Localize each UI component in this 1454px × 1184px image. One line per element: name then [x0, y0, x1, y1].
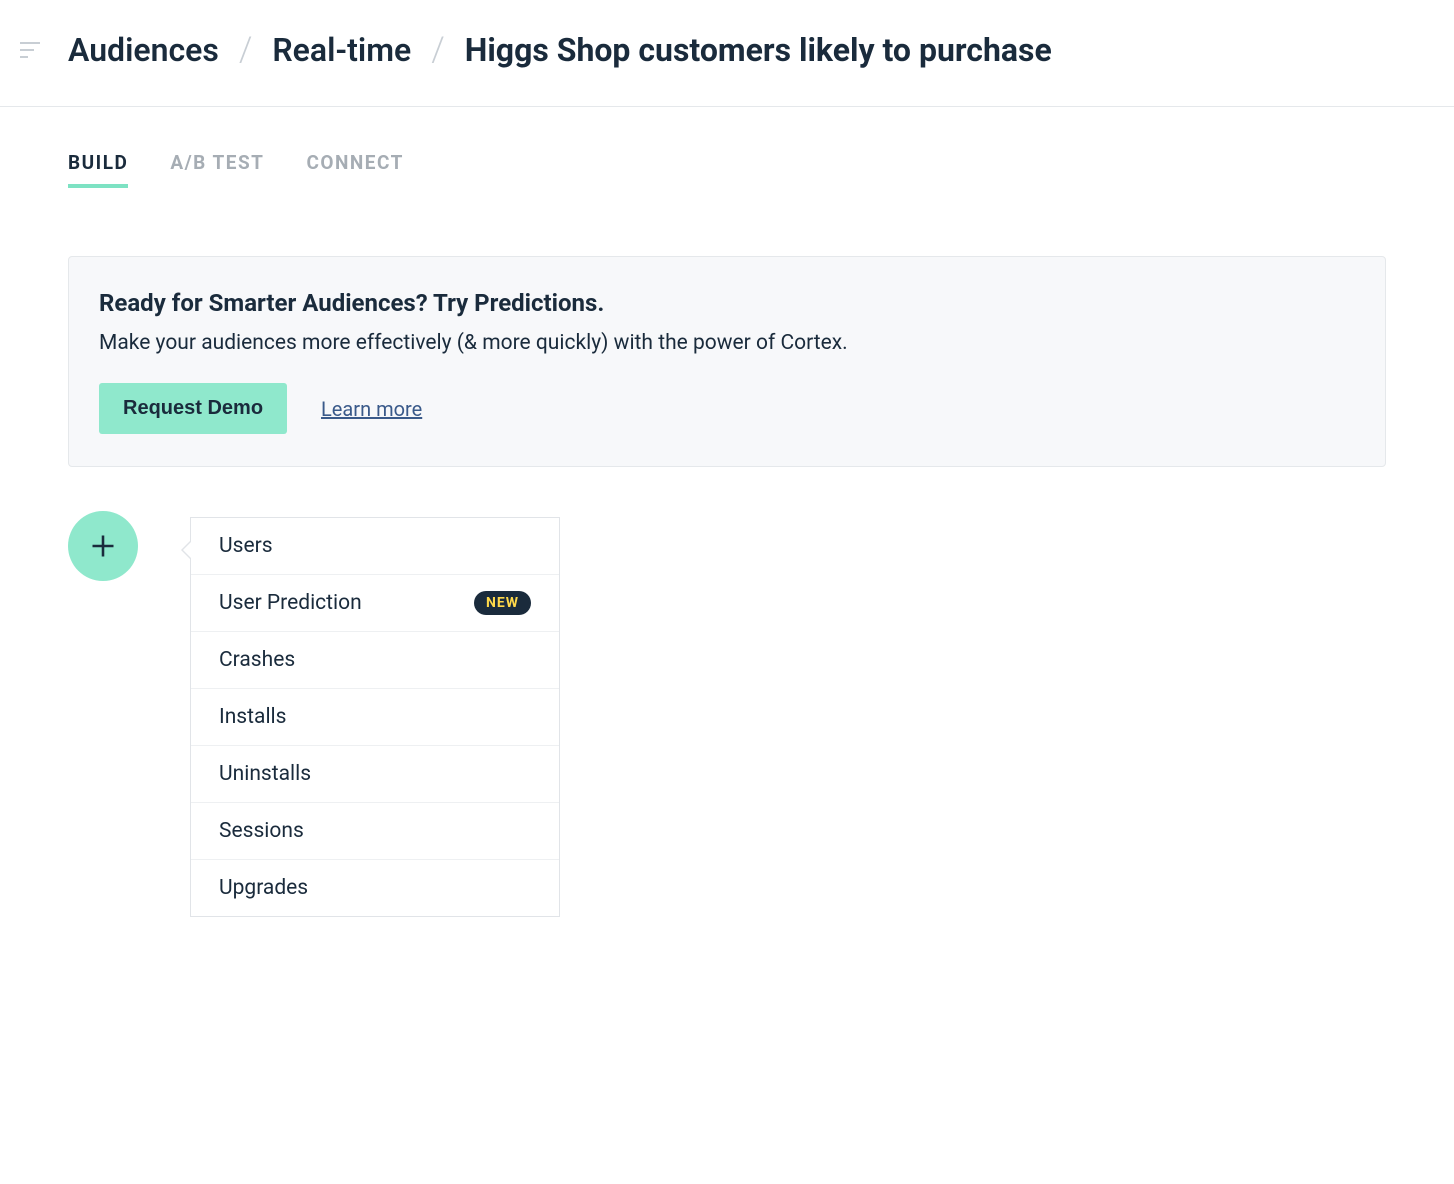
header: Audiences / Real-time / Higgs Shop custo…: [0, 0, 1454, 107]
request-demo-button[interactable]: Request Demo: [99, 383, 287, 434]
tab-build[interactable]: BUILD: [68, 151, 128, 188]
new-badge: NEW: [474, 591, 531, 615]
dropdown-item-label: Sessions: [219, 819, 304, 843]
dropdown-item-sessions[interactable]: Sessions: [191, 803, 559, 860]
promo-title: Ready for Smarter Audiences? Try Predict…: [99, 289, 1355, 317]
breadcrumb-separator: /: [239, 30, 253, 70]
promo-banner: Ready for Smarter Audiences? Try Predict…: [68, 256, 1386, 467]
dropdown-item-installs[interactable]: Installs: [191, 689, 559, 746]
dropdown-item-uninstalls[interactable]: Uninstalls: [191, 746, 559, 803]
promo-actions: Request Demo Learn more: [99, 383, 1355, 434]
dropdown-item-label: Installs: [219, 705, 287, 729]
menu-icon[interactable]: [20, 42, 40, 58]
criteria-dropdown: Users User Prediction NEW Crashes Instal…: [190, 517, 560, 917]
dropdown-item-label: Users: [219, 534, 273, 558]
breadcrumb: Audiences / Real-time / Higgs Shop custo…: [68, 30, 1052, 70]
dropdown-item-user-prediction[interactable]: User Prediction NEW: [191, 575, 559, 632]
learn-more-link[interactable]: Learn more: [321, 397, 422, 421]
add-criteria-button[interactable]: [68, 511, 138, 581]
breadcrumb-separator: /: [431, 30, 445, 70]
promo-description: Make your audiences more effectively (& …: [99, 331, 1355, 355]
dropdown-item-users[interactable]: Users: [191, 518, 559, 575]
dropdown-item-label: Uninstalls: [219, 762, 311, 786]
tab-abtest[interactable]: A/B TEST: [170, 151, 264, 188]
tabs: BUILD A/B TEST CONNECT: [68, 151, 1386, 188]
breadcrumb-audiences[interactable]: Audiences: [68, 31, 219, 69]
dropdown-item-crashes[interactable]: Crashes: [191, 632, 559, 689]
builder-row: Users User Prediction NEW Crashes Instal…: [68, 511, 1386, 917]
tab-connect[interactable]: CONNECT: [306, 151, 403, 188]
dropdown-item-label: User Prediction: [219, 591, 362, 615]
dropdown-item-upgrades[interactable]: Upgrades: [191, 860, 559, 916]
content: BUILD A/B TEST CONNECT Ready for Smarter…: [0, 107, 1454, 917]
breadcrumb-realtime[interactable]: Real-time: [272, 31, 411, 69]
dropdown-item-label: Crashes: [219, 648, 295, 672]
breadcrumb-current: Higgs Shop customers likely to purchase: [465, 31, 1052, 69]
dropdown-item-label: Upgrades: [219, 876, 308, 900]
plus-icon: [89, 532, 117, 560]
